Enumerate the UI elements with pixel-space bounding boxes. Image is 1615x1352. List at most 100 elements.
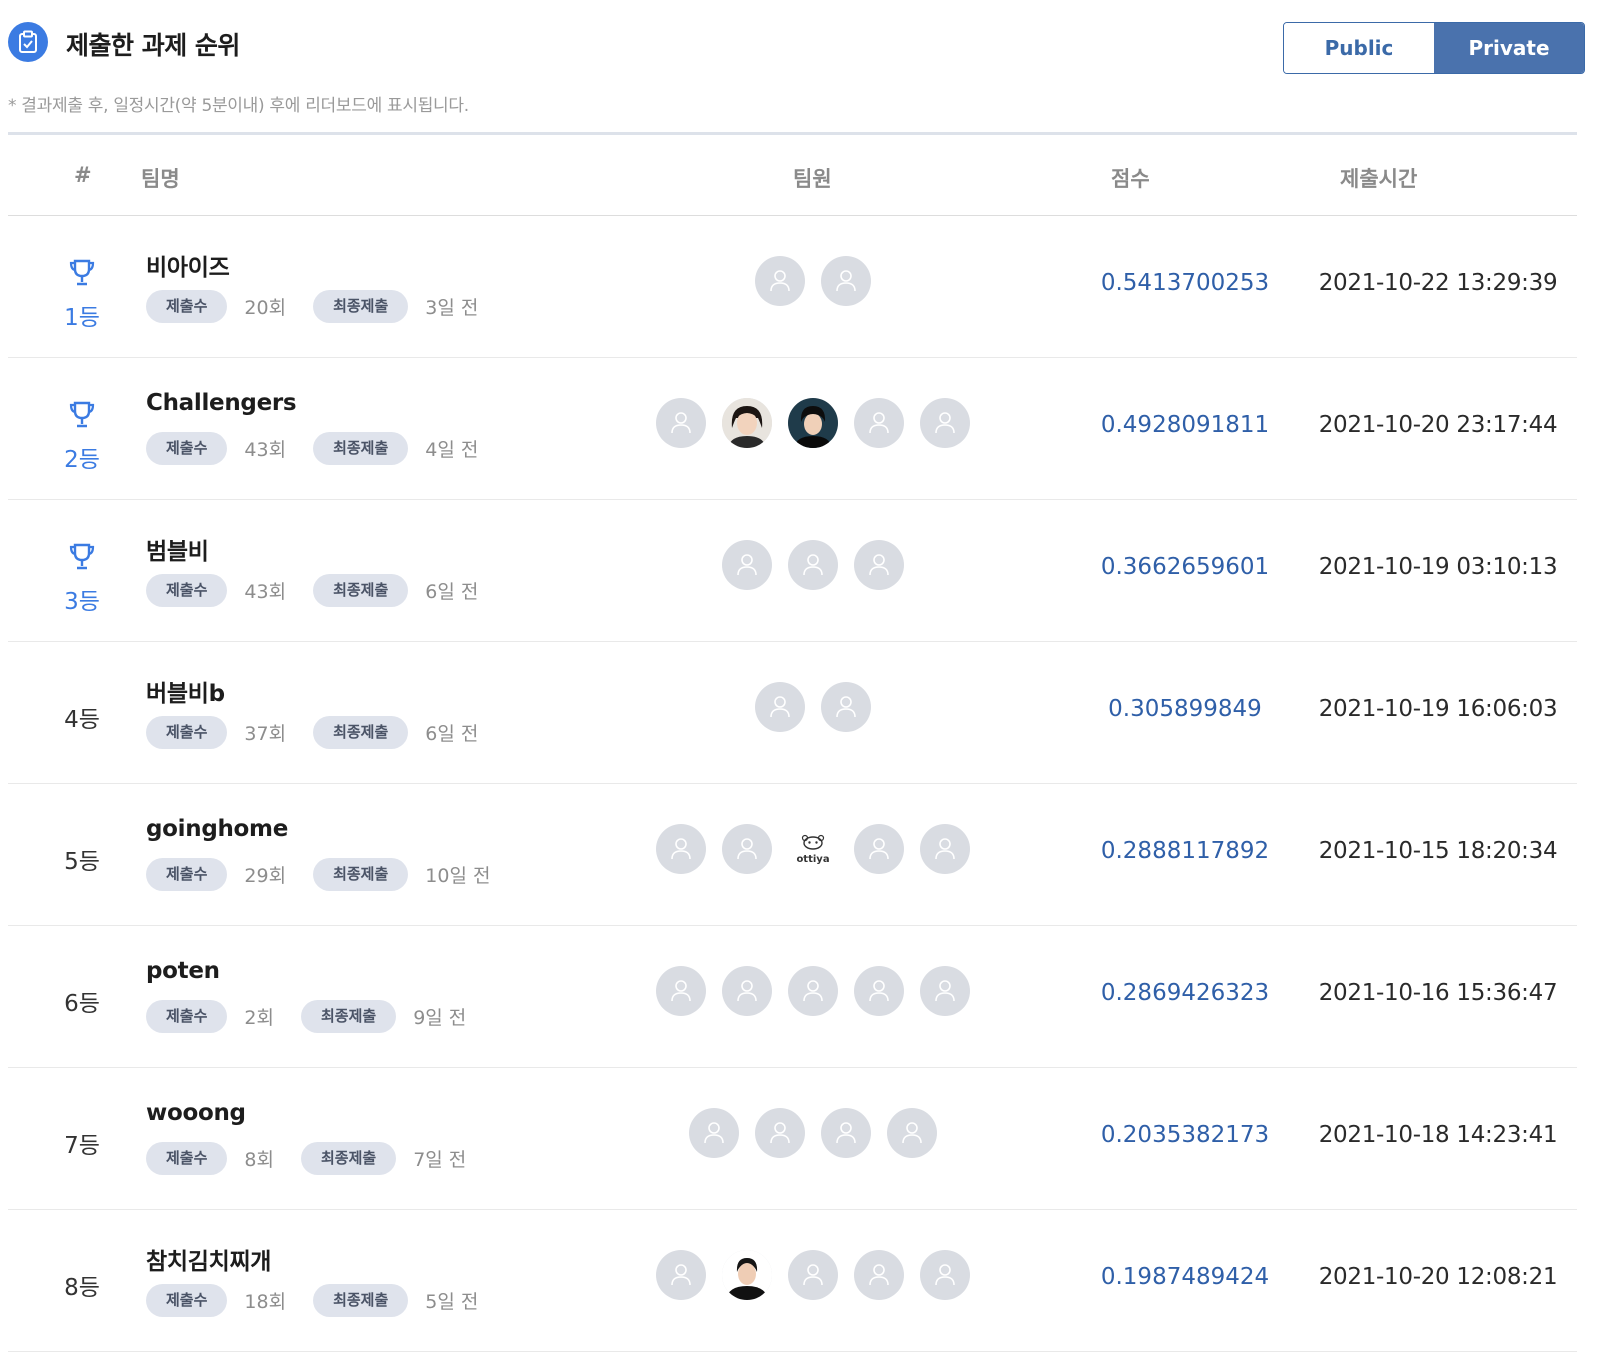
- user-avatar[interactable]: [722, 398, 772, 448]
- last-submission-badge: 최종제출: [300, 1000, 397, 1033]
- leaderboard-panel: 제출한 과제 순위 Public Private * 결과제출 후, 일정시간(…: [8, 0, 1608, 1352]
- default-avatar-icon[interactable]: [755, 1108, 805, 1158]
- rank-cell: 1등: [42, 258, 122, 332]
- rank-label: 6등: [64, 991, 100, 1017]
- clipboard-check-icon: [8, 22, 48, 62]
- team-name[interactable]: 비아이즈: [146, 248, 230, 282]
- default-avatar-icon[interactable]: [920, 1250, 970, 1300]
- page-title: 제출한 과제 순위: [66, 31, 240, 60]
- default-avatar-icon[interactable]: [821, 1108, 871, 1158]
- submissions-badge: 제출수: [146, 574, 228, 607]
- team-members: [648, 1250, 978, 1302]
- notice-text: * 결과제출 후, 일정시간(약 5분이내) 후에 리더보드에 표시됩니다.: [8, 96, 469, 116]
- default-avatar-icon[interactable]: [656, 398, 706, 448]
- trophy-icon: [42, 400, 122, 436]
- rank-label: 5등: [64, 849, 100, 875]
- trophy-icon: [42, 542, 122, 578]
- last-submission-time: 7일 전: [413, 1149, 467, 1171]
- team-members: [648, 682, 978, 734]
- user-avatar[interactable]: [722, 1250, 772, 1300]
- otter-icon: [801, 834, 825, 854]
- default-avatar-icon[interactable]: [656, 966, 706, 1016]
- table-row: 4등 버블비b 제출수 37회 최종제출 6일 전 0.305899849 2021-10-1…: [8, 642, 1577, 784]
- default-avatar-icon[interactable]: [755, 682, 805, 732]
- submissions-badge: 제출수: [146, 716, 228, 749]
- team-meta: 제출수 8회 최종제출 7일 전: [146, 1142, 493, 1175]
- submissions-count: 37회: [244, 723, 287, 745]
- score-value: 0.2035382173: [1100, 1122, 1270, 1148]
- score-value: 0.5413700253: [1100, 270, 1270, 296]
- default-avatar-icon[interactable]: [920, 398, 970, 448]
- submission-time: 2021-10-20 12:08:21: [1318, 1264, 1558, 1290]
- default-avatar-icon[interactable]: [854, 398, 904, 448]
- team-meta: 제출수 18회 최종제출 5일 전: [146, 1284, 505, 1317]
- rank-cell: 2등: [42, 400, 122, 474]
- score-value: 0.4928091811: [1100, 412, 1270, 438]
- public-tab[interactable]: Public: [1284, 23, 1434, 73]
- team-name[interactable]: Challengers: [146, 390, 297, 416]
- trophy-icon: [42, 258, 122, 294]
- default-avatar-icon[interactable]: [788, 966, 838, 1016]
- default-avatar-icon[interactable]: [854, 824, 904, 874]
- team-members: [648, 966, 978, 1018]
- ottiya-label: ottiya: [796, 853, 830, 865]
- submissions-count: 43회: [244, 439, 287, 461]
- submissions-badge: 제출수: [146, 1142, 228, 1175]
- team-meta: 제출수 20회 최종제출 3일 전: [146, 290, 505, 323]
- default-avatar-icon[interactable]: [755, 256, 805, 306]
- default-avatar-icon[interactable]: [854, 966, 904, 1016]
- submissions-badge: 제출수: [146, 290, 228, 323]
- default-avatar-icon[interactable]: [722, 540, 772, 590]
- rank-label: 8등: [64, 1275, 100, 1301]
- rank-cell: 7등: [42, 1126, 122, 1160]
- column-team: 팀명: [141, 167, 180, 191]
- default-avatar-icon[interactable]: [821, 256, 871, 306]
- default-avatar-icon[interactable]: [854, 540, 904, 590]
- last-submission-badge: 최종제출: [313, 858, 409, 891]
- table-header: # 팀명 팀원 점수 제출시간: [8, 135, 1577, 216]
- submission-time: 2021-10-19 03:10:13: [1318, 554, 1558, 580]
- default-avatar-icon[interactable]: [788, 540, 838, 590]
- last-submission-badge: 최종제출: [313, 432, 409, 465]
- default-avatar-icon[interactable]: [722, 824, 772, 874]
- last-submission-time: 6일 전: [425, 581, 479, 603]
- team-members: [648, 540, 978, 592]
- submission-time: 2021-10-18 14:23:41: [1318, 1122, 1558, 1148]
- default-avatar-icon[interactable]: [920, 824, 970, 874]
- table-row: 5등 goinghome 제출수 29회 최종제출 10일 전 ottiya 0.288811…: [8, 784, 1577, 926]
- default-avatar-icon[interactable]: [689, 1108, 739, 1158]
- team-name[interactable]: poten: [146, 958, 220, 984]
- submission-time: 2021-10-15 18:20:34: [1318, 838, 1558, 864]
- default-avatar-icon[interactable]: [920, 966, 970, 1016]
- private-tab[interactable]: Private: [1434, 23, 1584, 73]
- team-name[interactable]: 참치김치찌개: [146, 1242, 271, 1276]
- team-name[interactable]: wooong: [146, 1100, 246, 1126]
- default-avatar-icon[interactable]: [722, 966, 772, 1016]
- default-avatar-icon[interactable]: [788, 1250, 838, 1300]
- ottiya-logo-avatar[interactable]: ottiya: [788, 824, 838, 874]
- submissions-badge: 제출수: [146, 858, 228, 891]
- submission-time: 2021-10-20 23:17:44: [1318, 412, 1558, 438]
- team-meta: 제출수 2회 최종제출 9일 전: [146, 1000, 493, 1033]
- last-submission-time: 10일 전: [425, 865, 491, 887]
- team-members: ottiya: [648, 824, 978, 876]
- table-row: 7등 wooong 제출수 8회 최종제출 7일 전 0.2035382173 2021-10…: [8, 1068, 1577, 1210]
- default-avatar-icon[interactable]: [656, 1250, 706, 1300]
- submission-time: 2021-10-22 13:29:39: [1318, 270, 1558, 296]
- rank-label: 1등: [64, 305, 100, 331]
- submissions-count: 29회: [244, 865, 287, 887]
- default-avatar-icon[interactable]: [821, 682, 871, 732]
- team-name[interactable]: 버블비b: [146, 674, 225, 708]
- default-avatar-icon[interactable]: [887, 1108, 937, 1158]
- user-avatar[interactable]: [788, 398, 838, 448]
- team-name[interactable]: 범블비: [146, 532, 209, 566]
- default-avatar-icon[interactable]: [656, 824, 706, 874]
- column-time: 제출시간: [1340, 167, 1418, 191]
- default-avatar-icon[interactable]: [854, 1250, 904, 1300]
- team-name[interactable]: goinghome: [146, 816, 288, 842]
- rank-label: 4등: [64, 707, 100, 733]
- last-submission-time: 5일 전: [425, 1291, 479, 1313]
- submissions-count: 18회: [244, 1291, 287, 1313]
- table-row: 8등 참치김치찌개 제출수 18회 최종제출 5일 전 0.1987489424 2021-1…: [8, 1210, 1577, 1352]
- team-meta: 제출수 37회 최종제출 6일 전: [146, 716, 505, 749]
